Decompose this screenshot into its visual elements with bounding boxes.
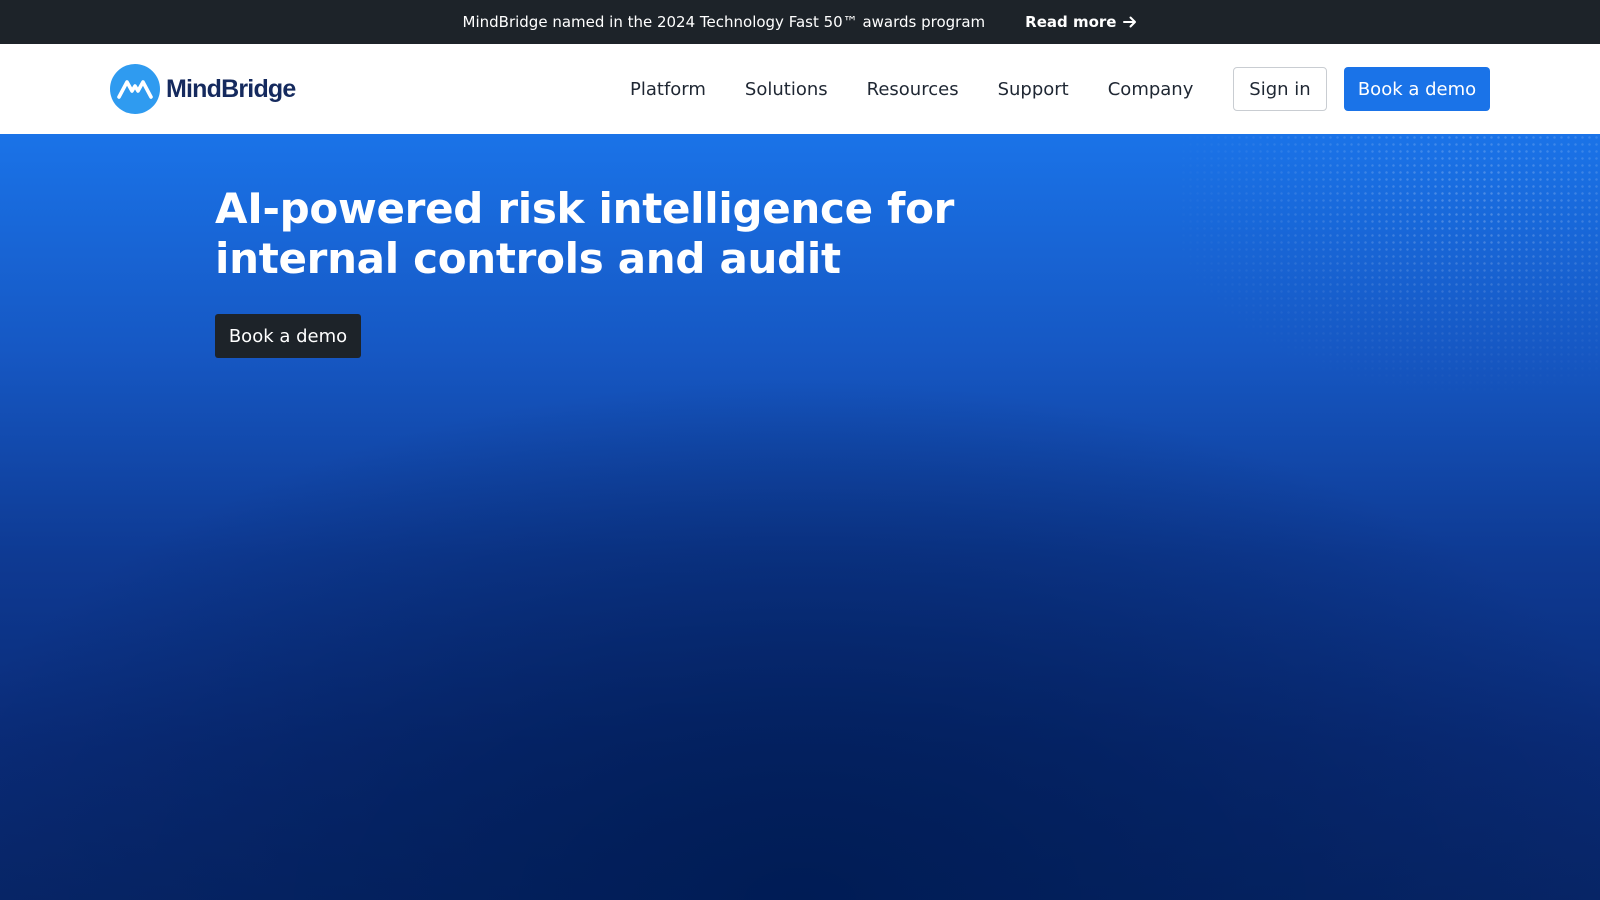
announcement-text: MindBridge named in the 2024 Technology … xyxy=(462,13,986,31)
brand-name: MindBridge xyxy=(166,74,296,103)
hero-title-line-2: internal controls and audit xyxy=(215,234,841,283)
announcement-bar: MindBridge named in the 2024 Technology … xyxy=(0,0,1600,44)
arrow-right-icon xyxy=(1123,16,1137,28)
nav-link-support[interactable]: Support xyxy=(998,75,1069,104)
hero-title-line-1: AI-powered risk intelligence for xyxy=(215,184,955,233)
dot-grid-decoration xyxy=(1180,134,1600,394)
read-more-label: Read more xyxy=(1025,13,1117,31)
nav-links: Platform Solutions Resources Support Com… xyxy=(630,44,1193,134)
main-navigation: MindBridge Platform Solutions Resources … xyxy=(0,44,1600,134)
nav-link-resources[interactable]: Resources xyxy=(867,75,959,104)
nav-book-demo-button[interactable]: Book a demo xyxy=(1344,67,1490,111)
nav-link-platform[interactable]: Platform xyxy=(630,75,706,104)
mindbridge-logo-icon xyxy=(110,64,160,114)
hero-book-demo-button[interactable]: Book a demo xyxy=(215,314,361,358)
read-more-link[interactable]: Read more xyxy=(1025,13,1137,31)
hero-section: AI-powered risk intelligence for interna… xyxy=(0,134,1600,900)
nav-link-company[interactable]: Company xyxy=(1108,75,1194,104)
hero-title: AI-powered risk intelligence for interna… xyxy=(215,184,975,284)
sign-in-button[interactable]: Sign in xyxy=(1233,67,1327,111)
nav-link-solutions[interactable]: Solutions xyxy=(745,75,828,104)
brand-logo[interactable]: MindBridge xyxy=(110,64,296,114)
